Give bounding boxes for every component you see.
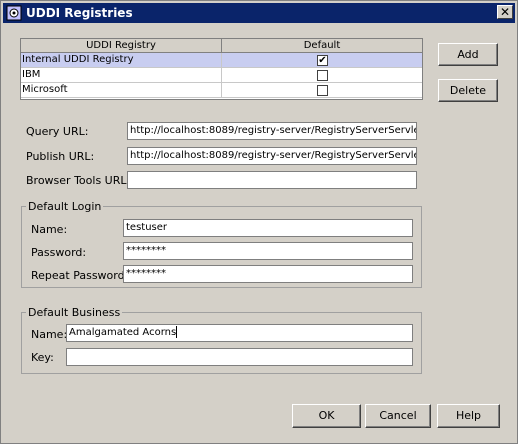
add-button[interactable]: Add <box>438 43 498 66</box>
uddi-registries-dialog: UDDI Registries ✕ UDDI Registry Default … <box>0 0 518 444</box>
column-header-default[interactable]: Default <box>222 39 422 53</box>
default-checkbox[interactable] <box>317 70 328 81</box>
default-business-title: Default Business <box>26 306 123 319</box>
ok-button[interactable]: OK <box>292 404 361 428</box>
business-name-value: Amalgamated Acorns <box>69 327 177 338</box>
registry-icon <box>6 5 22 21</box>
close-button[interactable]: ✕ <box>497 5 513 19</box>
registry-name-cell: IBM <box>22 68 222 83</box>
registry-name-cell: Internal UDDI Registry <box>22 53 222 68</box>
browser-tools-url-label: Browser Tools URL: <box>26 174 131 187</box>
business-key-field[interactable] <box>66 348 413 366</box>
password-field[interactable]: ******** <box>123 242 413 260</box>
title-bar[interactable]: UDDI Registries ✕ <box>3 3 515 23</box>
cancel-button[interactable]: Cancel <box>365 404 431 428</box>
business-key-label: Key: <box>31 351 54 364</box>
query-url-field[interactable]: http://localhost:8089/registry-server/Re… <box>127 122 417 140</box>
column-header-registry[interactable]: UDDI Registry <box>21 39 222 53</box>
text-cursor <box>176 326 178 338</box>
browser-tools-url-field[interactable] <box>127 171 417 189</box>
registry-name-cell: Microsoft <box>22 83 222 98</box>
window-title: UDDI Registries <box>26 6 133 20</box>
registry-table: UDDI Registry Default Internal UDDI Regi… <box>20 38 423 100</box>
login-name-label: Name: <box>31 223 68 236</box>
login-name-field[interactable]: testuser <box>123 219 413 237</box>
query-url-label: Query URL: <box>26 125 89 138</box>
check-icon: ✔ <box>318 55 327 66</box>
default-checkbox[interactable]: ✔ <box>317 55 328 66</box>
table-row[interactable]: Internal UDDI Registry ✔ <box>21 53 422 68</box>
help-button[interactable]: Help <box>437 404 500 428</box>
repeat-password-field[interactable]: ******** <box>123 265 413 283</box>
password-label: Password: <box>31 246 87 259</box>
repeat-password-label: Repeat Password: <box>31 269 129 282</box>
table-row[interactable]: Microsoft <box>21 83 422 98</box>
business-name-field[interactable]: Amalgamated Acorns <box>66 324 413 342</box>
business-name-label: Name: <box>31 328 68 341</box>
publish-url-field[interactable]: http://localhost:8089/registry-server/Re… <box>127 147 417 165</box>
default-login-title: Default Login <box>26 200 104 213</box>
delete-button[interactable]: Delete <box>438 79 498 102</box>
close-icon: ✕ <box>499 5 511 19</box>
publish-url-label: Publish URL: <box>26 150 95 163</box>
default-checkbox[interactable] <box>317 85 328 96</box>
table-row[interactable]: IBM <box>21 68 422 83</box>
